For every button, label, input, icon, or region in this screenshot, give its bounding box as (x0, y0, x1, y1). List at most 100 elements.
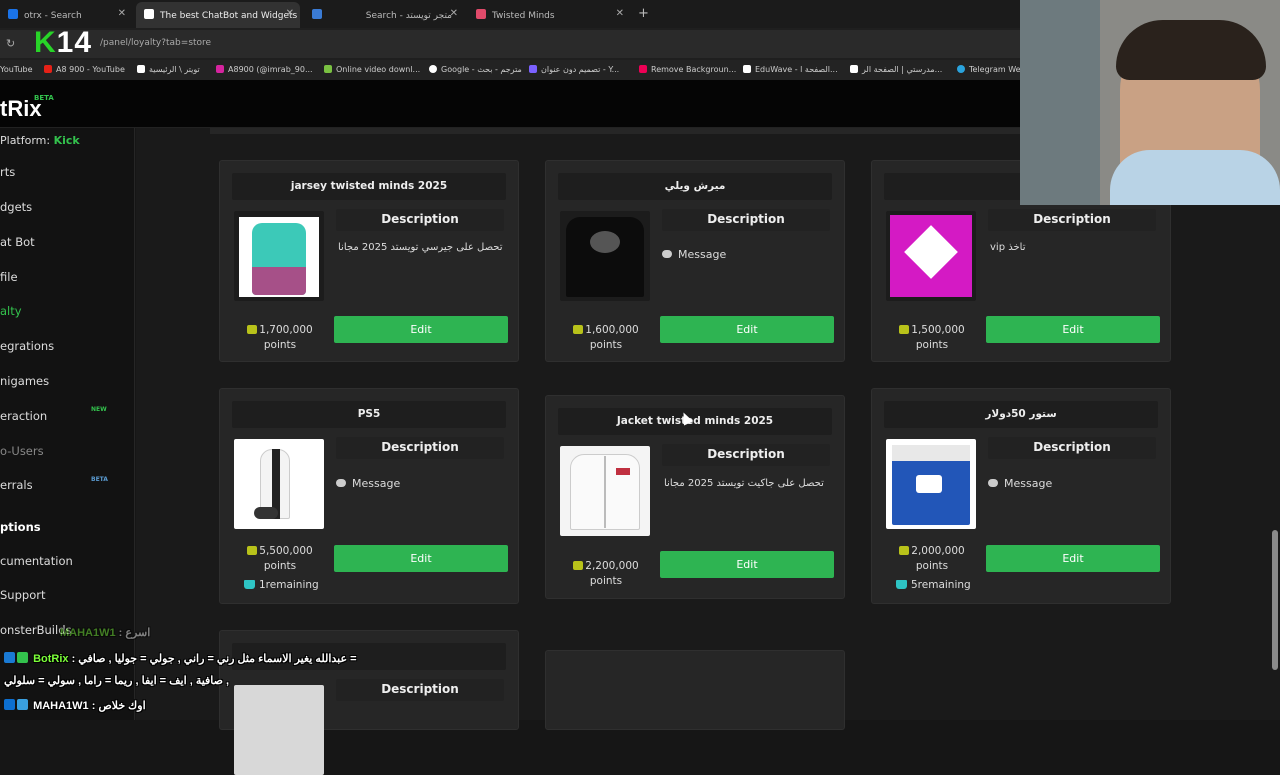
coins-icon (573, 325, 584, 334)
sidebar-item-support[interactable]: Support (0, 588, 45, 602)
edit-button[interactable]: Edit (334, 316, 508, 343)
sidebar-item-interaction[interactable]: eraction (0, 409, 47, 423)
beta-badge: BETA (34, 94, 54, 102)
tab-label: otrx - Search (24, 11, 82, 21)
remove-bg-icon (639, 65, 647, 73)
sidebar-item-loyalty[interactable]: alty (0, 304, 22, 318)
url-text[interactable]: /panel/loyalty?tab=store (100, 38, 211, 48)
item-description: Message (336, 477, 400, 490)
tab-search[interactable]: otrx - Search ✕ (0, 2, 132, 28)
tab-twisted-search[interactable]: Search - متجر تويستد ✕ (304, 2, 464, 28)
sidebar-item-integrations[interactable]: egrations (0, 339, 54, 353)
description-heading: Description (662, 444, 830, 466)
remaining-stock: 5remaining (896, 579, 971, 591)
cart-icon (896, 580, 907, 589)
description-heading: Description (662, 209, 830, 231)
heart-icon (529, 65, 537, 73)
item-points: 1,500,000 points (892, 323, 972, 353)
webcam-overlay (1020, 0, 1280, 205)
bookmark-item[interactable]: مدرستي | الصفحة الر... (850, 65, 942, 74)
sidebar-item-referrals[interactable]: errals (0, 478, 33, 492)
coins-icon (899, 325, 910, 334)
item-description: تحصل على جاكيت تويستد 2025 مجانا (664, 478, 824, 489)
close-icon[interactable]: ✕ (286, 8, 294, 19)
sidebar-item-alerts[interactable]: rts (0, 165, 15, 179)
edit-button[interactable]: Edit (986, 545, 1160, 572)
close-icon[interactable]: ✕ (450, 8, 458, 19)
sidebar-item-co-users[interactable]: o-Users (0, 444, 44, 458)
tab-twisted-minds[interactable]: Twisted Minds ✕ (468, 2, 630, 28)
coins-icon (247, 546, 258, 555)
user-badge-icon (17, 699, 28, 710)
telegram-icon (957, 65, 965, 73)
description-heading: Description (988, 437, 1156, 459)
item-points: 1,600,000 points (566, 323, 646, 353)
store-item-card: jarsey twisted minds 2025 Description تح… (219, 160, 519, 362)
item-description: Message (988, 477, 1052, 490)
close-icon[interactable]: ✕ (616, 8, 624, 19)
chat-message: MAHA1W1 : اوك خلاص (4, 699, 146, 712)
page-scrollbar[interactable] (1272, 530, 1278, 670)
bookmark-item[interactable]: YouTube (0, 65, 33, 74)
bot-badge-icon (4, 652, 15, 663)
bookmark-item[interactable]: A8900 (@imrab_90... (216, 65, 313, 74)
item-title: ميرش ويلي (558, 173, 832, 200)
coins-icon (573, 561, 584, 570)
edit-button[interactable]: Edit (986, 316, 1160, 343)
google-icon (429, 65, 437, 73)
sidebar-item-subscriptions[interactable]: ptions (0, 520, 41, 534)
bookmark-item[interactable]: Remove Backgroun... (639, 65, 736, 74)
bookmark-item[interactable]: Google - مترجم - بحث (429, 65, 522, 74)
stream-chat-overlay: MAHA1W1 : اسرع BotRix : عبدالله يغير الا… (0, 622, 400, 720)
platform-value: Kick (53, 134, 80, 147)
edit-button[interactable]: Edit (660, 551, 834, 578)
user-badge-icon (4, 699, 15, 710)
ps5-image (234, 439, 324, 529)
store-item-card: ستور 50دولار Description Message 2,000,0… (871, 388, 1171, 604)
sidebar-item-minigames[interactable]: nigames (0, 374, 49, 388)
reload-icon[interactable]: ↻ (6, 37, 15, 50)
stream-overlay-counter: K14 (34, 26, 93, 59)
coins-icon (899, 546, 910, 555)
coins-icon (247, 325, 258, 334)
sidebar-item-chatbot[interactable]: at Bot (0, 235, 35, 249)
bookmark-item[interactable]: Online video downl... (324, 65, 420, 74)
edit-button[interactable]: Edit (334, 545, 508, 572)
tab-label: Twisted Minds (492, 11, 555, 21)
new-badge: NEW (91, 406, 107, 413)
bookmark-item[interactable]: تصميم دون عنوان - Y... (529, 65, 619, 74)
item-description: تحصل على جيرسي تويستد 2025 مجانا (338, 242, 503, 253)
bookmark-item[interactable]: تويتر \ الرئيسية (137, 65, 200, 74)
message-icon (662, 250, 672, 258)
page-icon (850, 65, 858, 73)
page-icon (743, 65, 751, 73)
chat-message: BotRix : عبدالله يغير الاسماء مثل رني = … (4, 652, 357, 665)
jacket-image (560, 446, 650, 536)
sidebar-item-profile[interactable]: file (0, 270, 18, 284)
description-heading: Description (988, 209, 1156, 231)
x-icon (137, 65, 145, 73)
bookmark-item[interactable]: A8 900 - YouTube (44, 65, 125, 74)
store-item-card: ميرش ويلي Description Message 1,600,000 p… (545, 160, 845, 362)
chat-message: MAHA1W1 : اسرع (60, 627, 151, 639)
jersey-image (234, 211, 324, 301)
bookmark-item[interactable]: Telegram We (957, 65, 1021, 74)
item-points: 5,500,000 points (240, 544, 320, 574)
vip-diamond-image (886, 211, 976, 301)
chat-message-continued: صافية , ايف = ايفا , ريما = راما , سولي … (4, 675, 230, 687)
remaining-stock: 1remaining (244, 579, 319, 591)
bookmark-item[interactable]: EduWave - الصفحة ا... (743, 65, 838, 74)
playstation-gift-card-image (886, 439, 976, 529)
sidebar-item-widgets[interactable]: dgets (0, 200, 32, 214)
platform-indicator: Platform: Kick (0, 134, 80, 147)
beta-badge: BETA (91, 476, 108, 483)
edit-button[interactable]: Edit (660, 316, 834, 343)
tab-botrix[interactable]: The best ChatBot and Widgets ✕ (136, 2, 300, 28)
botrix-favicon-icon (144, 9, 154, 19)
sidebar-item-documentation[interactable]: cumentation (0, 554, 73, 568)
close-icon[interactable]: ✕ (118, 8, 126, 19)
tab-label: The best ChatBot and Widgets (160, 11, 298, 21)
item-description: Message (662, 248, 726, 261)
store-item-card: Jacket twisted minds 2025 Description تح… (545, 395, 845, 599)
new-tab-button[interactable]: + (638, 6, 649, 21)
